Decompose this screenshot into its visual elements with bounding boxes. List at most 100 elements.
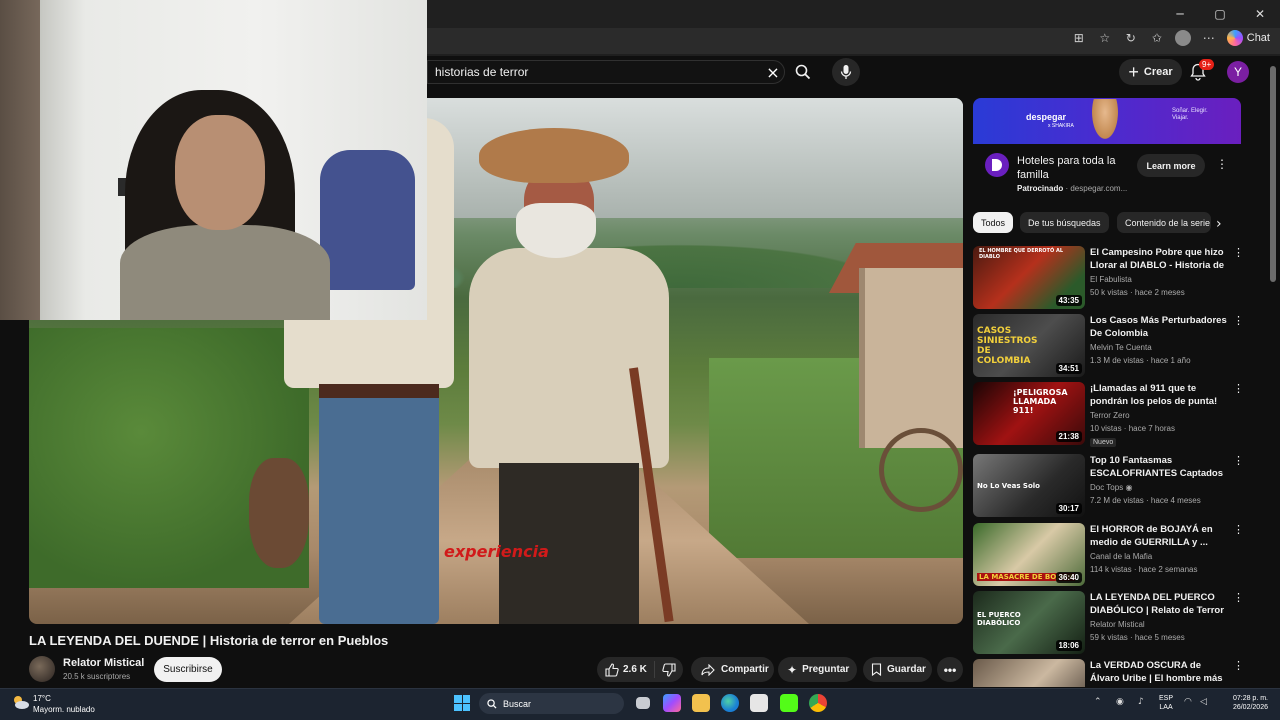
copilot-chat-button[interactable]: Chat bbox=[1226, 30, 1270, 46]
recommendation-title[interactable]: LA LEYENDA DEL PUERCO DIABÓLICO | Relato… bbox=[1090, 591, 1230, 618]
close-window-button[interactable]: ✕ bbox=[1240, 0, 1280, 28]
bookmark-icon bbox=[871, 663, 882, 676]
recommendation-channel[interactable]: Doc Tops ◉ bbox=[1090, 483, 1132, 492]
upload-age: hace 5 meses bbox=[1134, 633, 1185, 642]
more-vertical-icon[interactable]: ⋮ bbox=[1233, 314, 1244, 327]
recommendation-item[interactable]: EL HOMBRE QUE DERROTÓ AL DIABLO 43:35 El… bbox=[973, 246, 1245, 310]
recommendation-channel[interactable]: Canal de la Mafia bbox=[1090, 552, 1152, 561]
browser-toolbar-icons: ⊞ ☆ ↻ ✩ ⋯ Chat bbox=[1071, 30, 1270, 46]
recommendation-meta: 50 k vistas · hace 2 meses bbox=[1090, 288, 1185, 297]
more-vertical-icon[interactable]: ⋮ bbox=[1233, 523, 1244, 536]
recommendation-channel[interactable]: Terror Zero bbox=[1090, 411, 1130, 420]
video-thumbnail[interactable] bbox=[973, 659, 1085, 687]
more-actions-button[interactable]: ••• bbox=[937, 657, 963, 682]
search-box[interactable]: historias de terror × bbox=[427, 60, 785, 84]
recommendation-title[interactable]: Los Casos Más Perturbadores De Colombia bbox=[1090, 314, 1230, 340]
chip-series-content[interactable]: Contenido de la serie bbox=[1117, 212, 1211, 233]
account-avatar[interactable]: Y bbox=[1227, 61, 1249, 83]
voice-search-button[interactable] bbox=[832, 58, 860, 86]
search-button[interactable] bbox=[785, 60, 820, 84]
recommendation-item[interactable]: La VERDAD OSCURA de Álvaro Uribe | El ho… bbox=[973, 659, 1245, 687]
recommendation-channel[interactable]: Relator Mistical bbox=[1090, 620, 1145, 629]
save-button[interactable]: Guardar bbox=[863, 657, 932, 682]
input-language[interactable]: ESP LAA bbox=[1159, 694, 1173, 712]
kick-app-icon[interactable] bbox=[780, 694, 798, 712]
recommendation-title[interactable]: Top 10 Fantasmas ESCALOFRIANTES Captados… bbox=[1090, 454, 1230, 481]
more-vertical-icon[interactable]: ⋮ bbox=[1233, 454, 1244, 467]
windows-start-icon[interactable] bbox=[454, 695, 470, 711]
tray-chevron-up-icon[interactable]: ⌃ bbox=[1094, 697, 1102, 707]
maximize-button[interactable]: ▢ bbox=[1200, 0, 1240, 28]
weather-description[interactable]: Mayorm. nublado bbox=[33, 705, 95, 714]
recommendation-item[interactable]: ¡PELIGROSA LLAMADA 911! 21:38 ¡Llamadas … bbox=[973, 382, 1245, 447]
app-available-icon[interactable]: ⊞ bbox=[1071, 30, 1087, 46]
recommendation-title[interactable]: La VERDAD OSCURA de Álvaro Uribe | El ho… bbox=[1090, 659, 1230, 686]
thumbnail-caption: No Lo Veas Solo bbox=[977, 482, 1040, 490]
recommendation-title[interactable]: El Campesino Pobre que hizo Llorar al DI… bbox=[1090, 246, 1230, 273]
search-input[interactable]: historias de terror bbox=[435, 65, 762, 79]
video-frame-held-hat bbox=[249, 458, 309, 568]
wifi-icon[interactable]: ◠ bbox=[1184, 697, 1192, 707]
copilot-app-icon[interactable] bbox=[663, 694, 681, 712]
weather-cloud-icon[interactable] bbox=[12, 694, 30, 710]
recommendation-channel[interactable]: Melvin Te Cuenta bbox=[1090, 343, 1152, 352]
ad-brand-sub: x SHAKIRA bbox=[1048, 123, 1074, 129]
tray-app-icon[interactable]: ◉ bbox=[1116, 697, 1124, 707]
weather-temperature[interactable]: 17°C bbox=[33, 694, 51, 703]
chip-from-your-searches[interactable]: De tus búsquedas bbox=[1020, 212, 1109, 233]
scrollbar-thumb[interactable] bbox=[1270, 66, 1276, 282]
advertiser-logo-icon[interactable] bbox=[985, 153, 1009, 177]
notifications-button[interactable]: 9+ bbox=[1188, 59, 1215, 84]
browser-menu-icon[interactable]: ⋯ bbox=[1201, 30, 1217, 46]
tray-microphone-icon[interactable]: ♪ bbox=[1138, 697, 1144, 707]
volume-icon[interactable]: ◁ bbox=[1200, 697, 1207, 707]
refresh-page-icon[interactable]: ↻ bbox=[1123, 30, 1139, 46]
video-thumbnail[interactable]: ¡PELIGROSA LLAMADA 911! 21:38 bbox=[973, 382, 1085, 445]
video-thumbnail[interactable]: CASOS SINIESTROS DE COLOMBIA 34:51 bbox=[973, 314, 1085, 377]
video-thumbnail[interactable]: No Lo Veas Solo 30:17 bbox=[973, 454, 1085, 517]
microsoft-store-icon[interactable] bbox=[750, 694, 768, 712]
taskbar-search[interactable]: Buscar bbox=[479, 693, 624, 714]
like-button[interactable]: 2.6 K bbox=[597, 661, 655, 678]
recommendation-item[interactable]: EL PUERCO DIABÓLICO 18:06 LA LEYENDA DEL… bbox=[973, 591, 1245, 655]
favorites-icon[interactable]: ✩ bbox=[1149, 30, 1165, 46]
video-thumbnail[interactable]: EL PUERCO DIABÓLICO 18:06 bbox=[973, 591, 1085, 654]
recommendation-channel[interactable]: El Fabulista bbox=[1090, 275, 1132, 284]
recommendation-item[interactable]: LA MASACRE DE BOJAYÁ 36:40 El HORROR de … bbox=[973, 523, 1245, 587]
share-button[interactable]: Compartir bbox=[691, 657, 774, 682]
ask-button[interactable]: ✦ Preguntar bbox=[778, 657, 857, 682]
edge-browser-icon[interactable] bbox=[721, 694, 739, 712]
video-thumbnail[interactable]: EL HOMBRE QUE DERROTÓ AL DIABLO 43:35 bbox=[973, 246, 1085, 309]
channel-name[interactable]: Relator Mistical bbox=[63, 657, 144, 669]
create-button[interactable]: + Crear bbox=[1119, 59, 1182, 85]
task-view-icon[interactable] bbox=[636, 697, 650, 709]
video-thumbnail[interactable]: LA MASACRE DE BOJAYÁ 36:40 bbox=[973, 523, 1085, 586]
channel-avatar[interactable] bbox=[29, 656, 55, 682]
webcam-plastic-chair bbox=[320, 150, 415, 290]
more-vertical-icon[interactable]: ⋮ bbox=[1233, 382, 1244, 395]
more-vertical-icon[interactable]: ⋮ bbox=[1233, 659, 1244, 672]
file-explorer-icon[interactable] bbox=[692, 694, 710, 712]
chip-all[interactable]: Todos bbox=[973, 212, 1014, 233]
more-vertical-icon[interactable]: ⋮ bbox=[1233, 591, 1244, 604]
browser-profile-icon[interactable] bbox=[1174, 30, 1191, 46]
recommendation-title[interactable]: ¡Llamadas al 911 que te pondrán los pelo… bbox=[1090, 382, 1230, 408]
favorite-star-icon[interactable]: ☆ bbox=[1097, 30, 1113, 46]
taskbar-clock[interactable]: 07:28 p. m. 26/02/2026 bbox=[1224, 694, 1268, 712]
minimize-button[interactable]: ─ bbox=[1160, 0, 1200, 28]
chrome-app-icon[interactable] bbox=[809, 694, 827, 712]
clear-search-icon[interactable]: × bbox=[762, 63, 784, 82]
ad-more-icon[interactable]: ⋮ bbox=[1216, 157, 1228, 171]
ad-title[interactable]: Hoteles para toda la familla bbox=[1017, 154, 1137, 182]
recommendation-meta: 1.3 M de vistas · hace 1 año bbox=[1090, 356, 1191, 365]
search-icon bbox=[487, 698, 497, 709]
dislike-button[interactable] bbox=[655, 662, 683, 677]
subscribe-button[interactable]: Suscribirse bbox=[154, 657, 222, 682]
ad-brand-name: despegar bbox=[1026, 112, 1067, 122]
learn-more-button[interactable]: Learn more bbox=[1137, 154, 1205, 177]
recommendation-item[interactable]: No Lo Veas Solo 30:17 Top 10 Fantasmas E… bbox=[973, 454, 1245, 518]
recommendation-title[interactable]: El HORROR de BOJAYÁ en medio de GUERRILL… bbox=[1090, 523, 1230, 549]
more-vertical-icon[interactable]: ⋮ bbox=[1233, 246, 1244, 259]
chevron-right-icon[interactable]: › bbox=[1216, 216, 1222, 232]
recommendation-item[interactable]: CASOS SINIESTROS DE COLOMBIA 34:51 Los C… bbox=[973, 314, 1245, 378]
